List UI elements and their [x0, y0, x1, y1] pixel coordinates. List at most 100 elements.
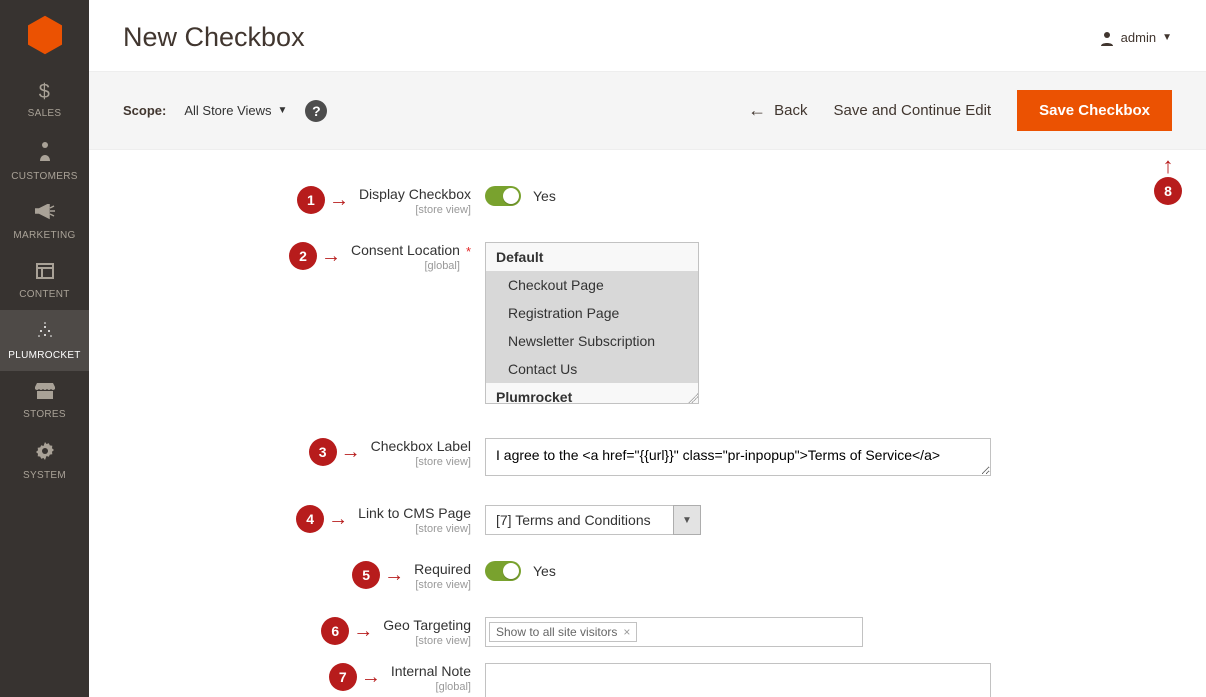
option-checkout[interactable]: Checkout Page	[486, 271, 698, 299]
page-title: New Checkbox	[123, 22, 305, 53]
layout-icon	[36, 263, 54, 283]
caret-down-icon: ▼	[1162, 32, 1172, 43]
sidebar-item-label: SALES	[28, 108, 62, 119]
person-icon	[38, 141, 52, 165]
chevron-down-icon[interactable]: ▼	[673, 505, 701, 535]
field-scope: [store view]	[414, 579, 471, 591]
callout-badge-5: 5	[352, 561, 380, 589]
arrow-right-icon: →	[361, 663, 381, 691]
sidebar-item-label: STORES	[23, 409, 66, 420]
field-checkbox-label: 3 → Checkbox Label [store view]	[123, 438, 1172, 479]
form: 1 → Display Checkbox [store view] Yes	[89, 150, 1206, 697]
scope-value: All Store Views	[184, 103, 271, 118]
back-label: Back	[774, 102, 807, 119]
save-continue-button[interactable]: Save and Continue Edit	[833, 102, 991, 119]
field-geo-targeting: 6 → Geo Targeting [store view] Show to a…	[123, 617, 1172, 647]
optgroup-plumrocket: Plumrocket	[486, 383, 698, 403]
sidebar-item-marketing[interactable]: MARKETING	[0, 192, 89, 251]
optgroup-default: Default	[486, 243, 698, 271]
sidebar-item-plumrocket[interactable]: PLUMROCKET	[0, 310, 89, 371]
sidebar-item-content[interactable]: CONTENT	[0, 251, 89, 310]
link-cms-select[interactable]: [7] Terms and Conditions ▼	[485, 505, 701, 535]
toggle-value: Yes	[533, 188, 556, 204]
toolbar: Scope: All Store Views ▼ ? ← Back Save a…	[89, 71, 1206, 150]
arrow-right-icon: →	[329, 186, 349, 214]
field-scope: [store view]	[358, 523, 471, 535]
field-scope: [store view]	[383, 635, 471, 647]
arrow-left-icon: ←	[748, 100, 766, 121]
option-newsletter[interactable]: Newsletter Subscription	[486, 327, 698, 355]
field-label: Required	[414, 561, 471, 577]
field-label: Checkbox Label	[371, 438, 471, 454]
field-label: Link to CMS Page	[358, 505, 471, 521]
internal-note-input[interactable]	[485, 663, 991, 697]
scope-selector[interactable]: All Store Views ▼	[184, 103, 287, 118]
sidebar-item-label: MARKETING	[13, 230, 75, 241]
header: New Checkbox admin ▼	[89, 0, 1206, 71]
user-menu[interactable]: admin ▼	[1099, 30, 1172, 46]
field-scope: [global]	[391, 681, 471, 693]
arrow-up-icon: ↑	[1163, 155, 1174, 177]
callout-badge-7: 7	[329, 663, 357, 691]
field-label: Display Checkbox	[359, 186, 471, 202]
field-scope: [store view]	[359, 204, 471, 216]
field-label: Geo Targeting	[383, 617, 471, 633]
user-name: admin	[1121, 30, 1156, 45]
caret-down-icon: ▼	[278, 105, 288, 116]
sidebar: $ SALES CUSTOMERS MARKETING CONTENT PLUM…	[0, 0, 89, 697]
back-button[interactable]: ← Back	[748, 100, 807, 121]
logo[interactable]	[0, 0, 89, 70]
close-icon[interactable]: ×	[623, 625, 630, 639]
sidebar-item-customers[interactable]: CUSTOMERS	[0, 129, 89, 192]
field-label: Consent Location	[351, 242, 460, 258]
geo-targeting-input[interactable]: Show to all site visitors ×	[485, 617, 863, 647]
required-star: *	[466, 244, 471, 259]
arrow-right-icon: →	[328, 505, 348, 533]
plumrocket-icon	[36, 322, 54, 344]
scope-label: Scope:	[123, 103, 166, 118]
sidebar-item-label: CONTENT	[19, 289, 69, 300]
sidebar-item-label: CUSTOMERS	[11, 171, 77, 182]
arrow-right-icon: →	[353, 617, 373, 645]
consent-location-multiselect[interactable]: Default Checkout Page Registration Page …	[485, 242, 699, 404]
resize-handle-icon[interactable]	[688, 393, 698, 403]
sidebar-item-label: SYSTEM	[23, 470, 66, 481]
sidebar-item-stores[interactable]: STORES	[0, 371, 89, 430]
sidebar-item-label: PLUMROCKET	[8, 350, 80, 361]
callout-badge-1: 1	[297, 186, 325, 214]
field-scope: [store view]	[371, 456, 471, 468]
required-toggle[interactable]	[485, 561, 521, 581]
megaphone-icon	[35, 204, 55, 224]
toggle-value: Yes	[533, 563, 556, 579]
option-contact[interactable]: Contact Us	[486, 355, 698, 383]
field-internal-note: 7 → Internal Note [global]	[123, 663, 1172, 697]
save-button[interactable]: Save Checkbox	[1017, 90, 1172, 131]
arrow-right-icon: →	[341, 438, 361, 466]
dollar-icon: $	[39, 82, 50, 102]
sidebar-item-sales[interactable]: $ SALES	[0, 70, 89, 129]
store-icon	[35, 383, 55, 403]
field-link-cms: 4 → Link to CMS Page [store view] [7] Te…	[123, 505, 1172, 535]
geo-tag: Show to all site visitors ×	[489, 622, 637, 642]
field-label: Internal Note	[391, 663, 471, 679]
user-icon	[1099, 30, 1115, 46]
help-icon[interactable]: ?	[305, 100, 327, 122]
gear-icon	[36, 442, 54, 464]
link-cms-value: [7] Terms and Conditions	[485, 505, 673, 535]
callout-badge-4: 4	[296, 505, 324, 533]
option-registration[interactable]: Registration Page	[486, 299, 698, 327]
field-scope: [global]	[351, 260, 460, 272]
checkbox-label-input[interactable]	[485, 438, 991, 476]
callout-badge-2: 2	[289, 242, 317, 270]
arrow-right-icon: →	[384, 561, 404, 589]
callout-badge-6: 6	[321, 617, 349, 645]
geo-tag-label: Show to all site visitors	[496, 625, 617, 639]
callout-badge-3: 3	[309, 438, 337, 466]
main: New Checkbox admin ▼ Scope: All Store Vi…	[89, 0, 1206, 697]
sidebar-item-system[interactable]: SYSTEM	[0, 430, 89, 491]
field-display-checkbox: 1 → Display Checkbox [store view] Yes	[123, 186, 1172, 216]
field-required: 5 → Required [store view] Yes	[123, 561, 1172, 591]
display-checkbox-toggle[interactable]	[485, 186, 521, 206]
arrow-right-icon: →	[321, 242, 341, 270]
field-consent-location: 2 → Consent Location [global] * Default …	[123, 242, 1172, 404]
